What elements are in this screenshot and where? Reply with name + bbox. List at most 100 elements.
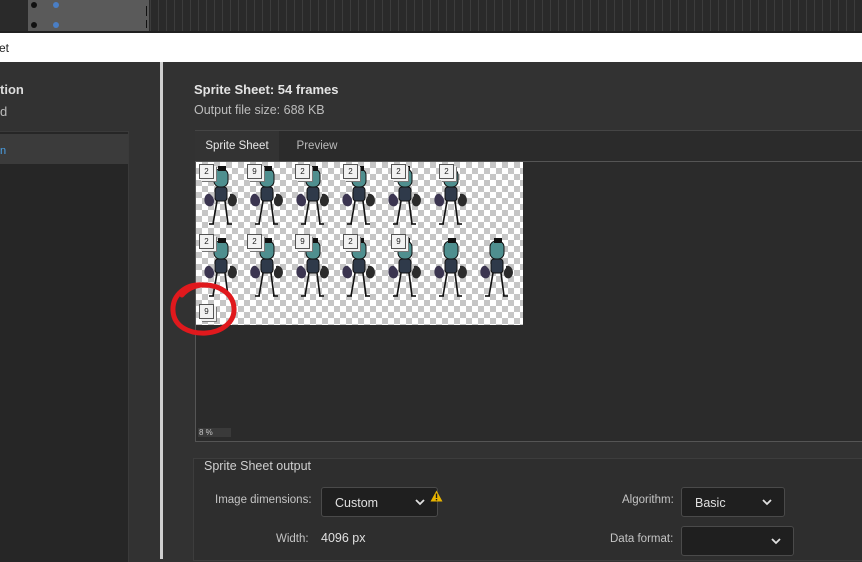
- tab-preview[interactable]: Preview: [283, 131, 351, 162]
- keyframe-dot[interactable]: [31, 22, 37, 28]
- symbol-list-selected-item[interactable]: n: [0, 134, 128, 164]
- timeline-frame-divider: [854, 0, 855, 31]
- timeline-frame-divider: [590, 0, 591, 31]
- timeline-frame-divider: [374, 0, 375, 31]
- timeline-frame-divider: [198, 0, 199, 31]
- timeline-frame-divider: [214, 0, 215, 31]
- timeline-frame-divider: [494, 0, 495, 31]
- timeline-frame-divider: [790, 0, 791, 31]
- red-annotation-circle: [170, 282, 237, 336]
- width-label: Width:: [276, 533, 309, 545]
- symbol-list-item-label: n: [0, 145, 7, 157]
- timeline-strip[interactable]: [0, 0, 862, 33]
- timeline-selected-span[interactable]: [28, 0, 149, 31]
- keyframe-dot[interactable]: [31, 2, 37, 8]
- preview-tabs: Sprite Sheet Preview: [195, 130, 862, 162]
- timeline-frame-divider: [694, 0, 695, 31]
- keyframe-dot-selected[interactable]: [53, 2, 59, 8]
- frame-count-badge: 2: [391, 164, 406, 179]
- timeline-frame-divider: [270, 0, 271, 31]
- image-dimensions-value: Custom: [335, 496, 379, 510]
- timeline-frame-divider: [278, 0, 279, 31]
- timeline-frame-divider: [406, 0, 407, 31]
- output-file-size: Output file size: 688 KB: [194, 103, 325, 117]
- sprite-frame: [430, 236, 472, 302]
- timeline-frame-divider: [606, 0, 607, 31]
- timeline-frame-divider: [614, 0, 615, 31]
- timeline-frame-cells[interactable]: [150, 0, 862, 31]
- algorithm-value: Basic: [695, 496, 726, 510]
- algorithm-label: Algorithm:: [622, 494, 674, 506]
- timeline-frame-divider: [582, 0, 583, 31]
- warning-icon: [430, 490, 443, 502]
- timeline-frame-divider: [846, 0, 847, 31]
- image-dimensions-dropdown[interactable]: Custom: [321, 487, 438, 517]
- timeline-frame-divider: [326, 0, 327, 31]
- timeline-frame-divider: [630, 0, 631, 31]
- timeline-frame-divider: [334, 0, 335, 31]
- timeline-frame-divider: [542, 0, 543, 31]
- timeline-frame-divider: [550, 0, 551, 31]
- chevron-down-icon: [415, 499, 425, 506]
- timeline-frame-divider: [166, 0, 167, 31]
- frame-count-badge: 2: [199, 234, 214, 249]
- timeline-frame-divider: [638, 0, 639, 31]
- timeline-frame-divider: [742, 0, 743, 31]
- chevron-down-icon: [771, 538, 781, 545]
- timeline-frame-divider: [518, 0, 519, 31]
- timeline-frame-divider: [366, 0, 367, 31]
- dialog-title-bar: et: [0, 33, 862, 62]
- timeline-frame-divider: [558, 0, 559, 31]
- timeline-frame-divider: [358, 0, 359, 31]
- timeline-frame-divider: [486, 0, 487, 31]
- timeline-frame-divider: [206, 0, 207, 31]
- dialog-title: et: [0, 41, 10, 55]
- timeline-frame-divider: [318, 0, 319, 31]
- frame-count-badge: 2: [295, 164, 310, 179]
- frame-count-badge: 2: [439, 164, 454, 179]
- symbol-list[interactable]: n: [0, 131, 129, 562]
- timeline-frame-divider: [758, 0, 759, 31]
- timeline-frame-divider: [798, 0, 799, 31]
- panel-divider[interactable]: [160, 62, 163, 559]
- timeline-frame-divider: [574, 0, 575, 31]
- timeline-frame-divider: [734, 0, 735, 31]
- timeline-frame-divider: [286, 0, 287, 31]
- timeline-frame-divider: [678, 0, 679, 31]
- zoom-level[interactable]: 8 %: [198, 428, 231, 437]
- timeline-frame-divider: [454, 0, 455, 31]
- width-value[interactable]: 4096 px: [321, 531, 365, 545]
- algorithm-dropdown[interactable]: Basic: [681, 487, 785, 517]
- data-format-label: Data format:: [610, 533, 674, 545]
- data-format-dropdown[interactable]: [681, 526, 794, 556]
- timeline-frame-divider: [830, 0, 831, 31]
- timeline-frame-divider: [710, 0, 711, 31]
- output-section-label: Sprite Sheet output: [204, 459, 312, 473]
- timeline-frame-divider: [462, 0, 463, 31]
- timeline-marker: [146, 20, 147, 28]
- image-dimensions-label: Image dimensions:: [215, 494, 312, 506]
- tab-sprite-sheet[interactable]: Sprite Sheet: [195, 131, 279, 162]
- timeline-frame-divider: [446, 0, 447, 31]
- timeline-frame-divider: [390, 0, 391, 31]
- timeline-frame-divider: [174, 0, 175, 31]
- frame-count-badge: 2: [199, 164, 214, 179]
- frame-count-badge: 9: [247, 164, 262, 179]
- timeline-frame-divider: [190, 0, 191, 31]
- timeline-frame-divider: [302, 0, 303, 31]
- left-panel: tion d n: [0, 62, 160, 562]
- timeline-frame-divider: [534, 0, 535, 31]
- timeline-frame-divider: [238, 0, 239, 31]
- sprite-sheet-preview[interactable]: 292222229299 8 %: [195, 161, 862, 442]
- timeline-frame-divider: [686, 0, 687, 31]
- timeline-frame-divider: [774, 0, 775, 31]
- timeline-frame-divider: [662, 0, 663, 31]
- timeline-frame-divider: [718, 0, 719, 31]
- frame-count-badge: 2: [343, 234, 358, 249]
- keyframe-dot-selected[interactable]: [53, 22, 59, 28]
- timeline-frame-divider: [430, 0, 431, 31]
- timeline-frame-divider: [502, 0, 503, 31]
- timeline-frame-divider: [750, 0, 751, 31]
- timeline-frame-divider: [478, 0, 479, 31]
- timeline-frame-divider: [470, 0, 471, 31]
